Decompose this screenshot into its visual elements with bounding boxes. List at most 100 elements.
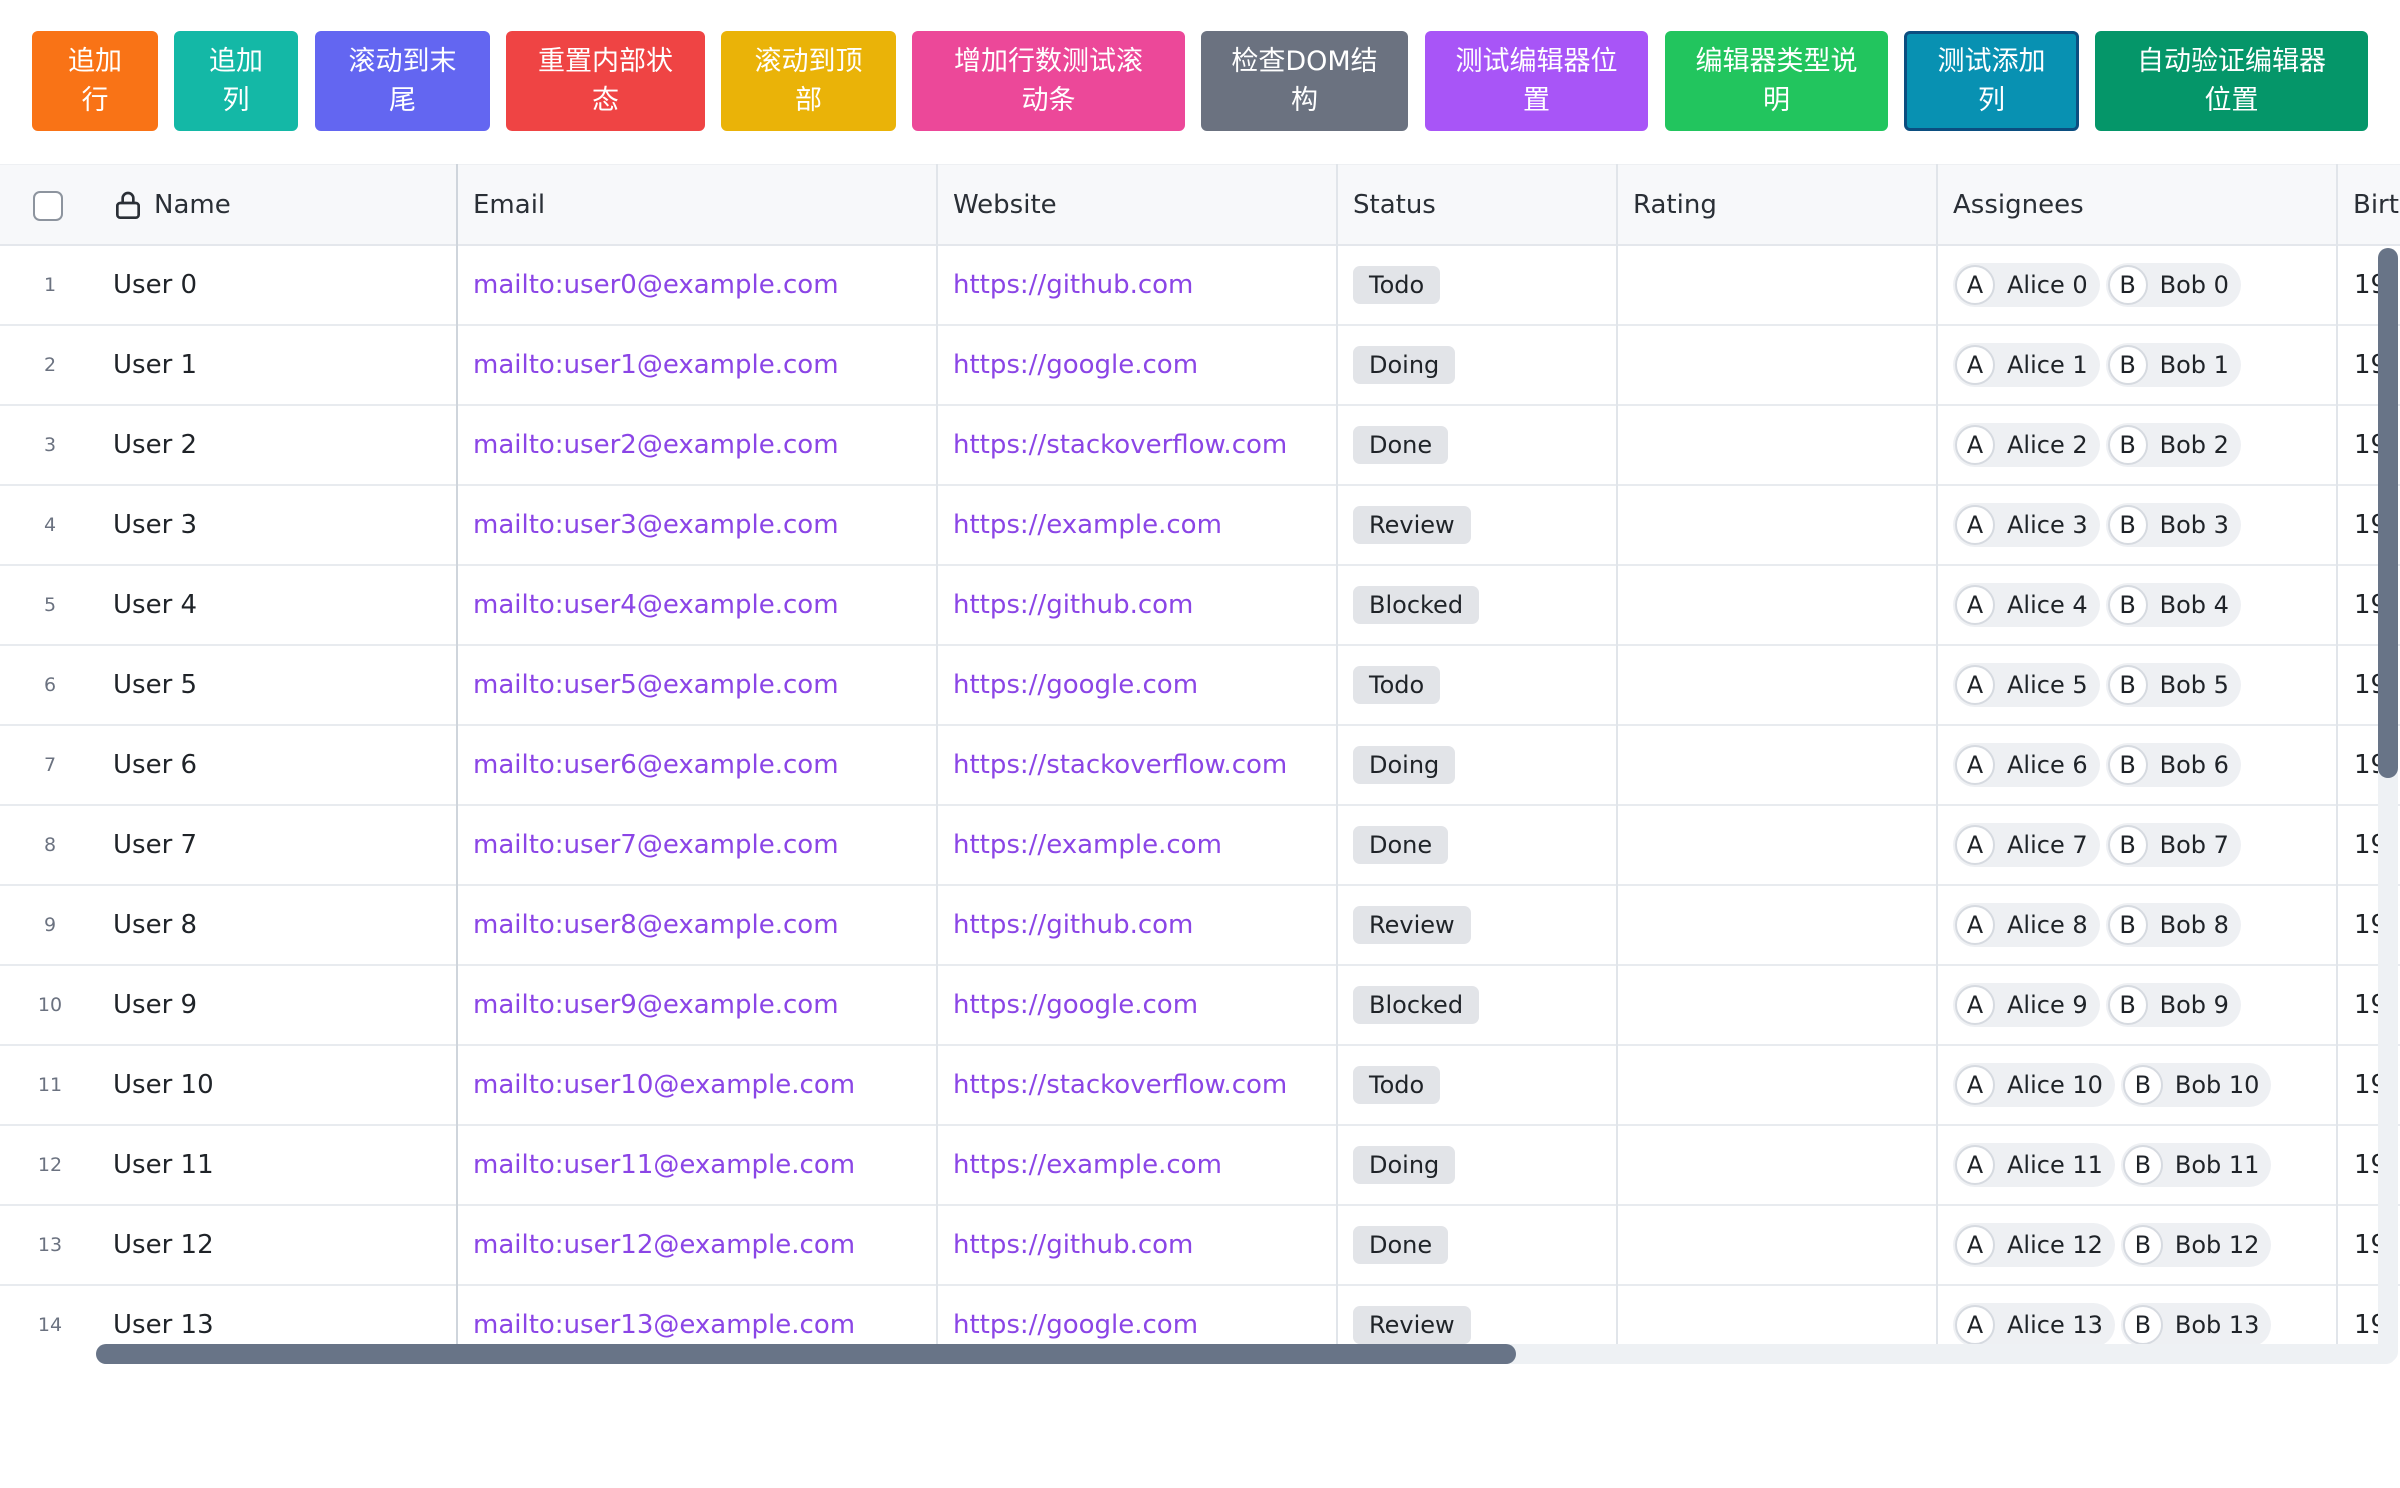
status-cell[interactable]: Blocked bbox=[1353, 566, 1613, 644]
append-column-button[interactable]: 追加列 bbox=[174, 31, 298, 131]
assignees-cell[interactable]: A Alice 8 B Bob 8 bbox=[1953, 886, 2333, 964]
email-cell[interactable]: mailto:user12@example.com bbox=[473, 1206, 933, 1284]
status-cell[interactable]: Doing bbox=[1353, 726, 1613, 804]
column-header-birth[interactable]: Birth bbox=[2353, 165, 2400, 245]
name-cell[interactable]: User 2 bbox=[113, 406, 443, 484]
scroll-to-top-button[interactable]: 滚动到顶部 bbox=[721, 31, 896, 131]
rating-cell[interactable] bbox=[1633, 486, 1933, 564]
name-cell[interactable]: User 10 bbox=[113, 1046, 443, 1124]
table-row[interactable]: 7 User 6 mailto:user6@example.com https://s… bbox=[0, 726, 2400, 806]
name-cell[interactable]: User 7 bbox=[113, 806, 443, 884]
website-cell[interactable]: https://github.com bbox=[953, 886, 1333, 964]
website-cell[interactable]: https://example.com bbox=[953, 1126, 1333, 1204]
column-header-website[interactable]: Website bbox=[953, 165, 1333, 245]
assignees-cell[interactable]: A Alice 10 B Bob 10 bbox=[1953, 1046, 2333, 1124]
website-cell[interactable]: https://github.com bbox=[953, 1206, 1333, 1284]
assignees-cell[interactable]: A Alice 4 B Bob 4 bbox=[1953, 566, 2333, 644]
table-row[interactable]: 5 User 4 mailto:user4@example.com https://g… bbox=[0, 566, 2400, 646]
rating-cell[interactable] bbox=[1633, 246, 1933, 324]
table-row[interactable]: 2 User 1 mailto:user1@example.com https://g… bbox=[0, 326, 2400, 406]
horizontal-scrollbar-thumb[interactable] bbox=[96, 1344, 1516, 1364]
test-add-column-button[interactable]: 测试添加列 bbox=[1904, 31, 2079, 131]
table-row[interactable]: 12 User 11 mailto:user11@example.com https:… bbox=[0, 1126, 2400, 1206]
name-cell[interactable]: User 9 bbox=[113, 966, 443, 1044]
email-cell[interactable]: mailto:user0@example.com bbox=[473, 246, 933, 324]
assignees-cell[interactable]: A Alice 2 B Bob 2 bbox=[1953, 406, 2333, 484]
assignees-cell[interactable]: A Alice 5 B Bob 5 bbox=[1953, 646, 2333, 724]
column-header-rating[interactable]: Rating bbox=[1633, 165, 1933, 245]
email-cell[interactable]: mailto:user8@example.com bbox=[473, 886, 933, 964]
assignees-cell[interactable]: A Alice 3 B Bob 3 bbox=[1953, 486, 2333, 564]
editor-type-info-button[interactable]: 编辑器类型说明 bbox=[1665, 31, 1888, 131]
status-cell[interactable]: Todo bbox=[1353, 646, 1613, 724]
website-cell[interactable]: https://stackoverflow.com bbox=[953, 406, 1333, 484]
status-cell[interactable]: Review bbox=[1353, 886, 1613, 964]
website-cell[interactable]: https://stackoverflow.com bbox=[953, 726, 1333, 804]
auto-verify-editor-position-button[interactable]: 自动验证编辑器 位置 bbox=[2095, 31, 2368, 131]
assignees-cell[interactable]: A Alice 6 B Bob 6 bbox=[1953, 726, 2333, 804]
website-cell[interactable]: https://google.com bbox=[953, 966, 1333, 1044]
rating-cell[interactable] bbox=[1633, 726, 1933, 804]
table-row[interactable]: 1 User 0 mailto:user0@example.com https://g… bbox=[0, 246, 2400, 326]
status-cell[interactable]: Done bbox=[1353, 806, 1613, 884]
table-row[interactable]: 11 User 10 mailto:user10@example.com https:… bbox=[0, 1046, 2400, 1126]
rating-cell[interactable] bbox=[1633, 1206, 1933, 1284]
add-rows-scrollbar-test-button[interactable]: 增加行数测试滚 动条 bbox=[912, 31, 1185, 131]
append-row-button[interactable]: 追加行 bbox=[32, 31, 158, 131]
assignees-cell[interactable]: A Alice 12 B Bob 12 bbox=[1953, 1206, 2333, 1284]
rating-cell[interactable] bbox=[1633, 566, 1933, 644]
status-cell[interactable]: Doing bbox=[1353, 326, 1613, 404]
status-cell[interactable]: Review bbox=[1353, 486, 1613, 564]
assignees-cell[interactable]: A Alice 0 B Bob 0 bbox=[1953, 246, 2333, 324]
column-header-name[interactable]: Name bbox=[112, 165, 452, 245]
vertical-scrollbar-thumb[interactable] bbox=[2378, 248, 2398, 778]
column-header-email[interactable]: Email bbox=[473, 165, 933, 245]
rating-cell[interactable] bbox=[1633, 406, 1933, 484]
name-cell[interactable]: User 8 bbox=[113, 886, 443, 964]
name-cell[interactable]: User 1 bbox=[113, 326, 443, 404]
email-cell[interactable]: mailto:user4@example.com bbox=[473, 566, 933, 644]
assignees-cell[interactable]: A Alice 1 B Bob 1 bbox=[1953, 326, 2333, 404]
column-header-status[interactable]: Status bbox=[1353, 165, 1613, 245]
website-cell[interactable]: https://example.com bbox=[953, 806, 1333, 884]
email-cell[interactable]: mailto:user7@example.com bbox=[473, 806, 933, 884]
website-cell[interactable]: https://google.com bbox=[953, 646, 1333, 724]
table-row[interactable]: 4 User 3 mailto:user3@example.com https://e… bbox=[0, 486, 2400, 566]
name-cell[interactable]: User 12 bbox=[113, 1206, 443, 1284]
table-row[interactable]: 6 User 5 mailto:user5@example.com https://g… bbox=[0, 646, 2400, 726]
email-cell[interactable]: mailto:user3@example.com bbox=[473, 486, 933, 564]
rating-cell[interactable] bbox=[1633, 326, 1933, 404]
website-cell[interactable]: https://stackoverflow.com bbox=[953, 1046, 1333, 1124]
email-cell[interactable]: mailto:user11@example.com bbox=[473, 1126, 933, 1204]
rating-cell[interactable] bbox=[1633, 806, 1933, 884]
email-cell[interactable]: mailto:user6@example.com bbox=[473, 726, 933, 804]
website-cell[interactable]: https://github.com bbox=[953, 246, 1333, 324]
email-cell[interactable]: mailto:user1@example.com bbox=[473, 326, 933, 404]
name-cell[interactable]: User 5 bbox=[113, 646, 443, 724]
scroll-to-end-button[interactable]: 滚动到末尾 bbox=[315, 31, 490, 131]
reset-internal-state-button[interactable]: 重置内部状态 bbox=[506, 31, 705, 131]
table-row[interactable]: 9 User 8 mailto:user8@example.com https://g… bbox=[0, 886, 2400, 966]
select-all-checkbox[interactable] bbox=[33, 191, 63, 221]
test-editor-position-button[interactable]: 测试编辑器位置 bbox=[1425, 31, 1648, 131]
email-cell[interactable]: mailto:user9@example.com bbox=[473, 966, 933, 1044]
status-cell[interactable]: Done bbox=[1353, 406, 1613, 484]
status-cell[interactable]: Blocked bbox=[1353, 966, 1613, 1044]
name-cell[interactable]: User 4 bbox=[113, 566, 443, 644]
assignees-cell[interactable]: A Alice 9 B Bob 9 bbox=[1953, 966, 2333, 1044]
status-cell[interactable]: Todo bbox=[1353, 246, 1613, 324]
name-cell[interactable]: User 11 bbox=[113, 1126, 443, 1204]
table-row[interactable]: 13 User 12 mailto:user12@example.com https:… bbox=[0, 1206, 2400, 1286]
assignees-cell[interactable]: A Alice 11 B Bob 11 bbox=[1953, 1126, 2333, 1204]
table-row[interactable]: 10 User 9 mailto:user9@example.com https://… bbox=[0, 966, 2400, 1046]
name-cell[interactable]: User 0 bbox=[113, 246, 443, 324]
check-dom-structure-button[interactable]: 检查DOM结构 bbox=[1201, 31, 1408, 131]
email-cell[interactable]: mailto:user5@example.com bbox=[473, 646, 933, 724]
status-cell[interactable]: Done bbox=[1353, 1206, 1613, 1284]
table-row[interactable]: 3 User 2 mailto:user2@example.com https://s… bbox=[0, 406, 2400, 486]
name-cell[interactable]: User 6 bbox=[113, 726, 443, 804]
website-cell[interactable]: https://example.com bbox=[953, 486, 1333, 564]
assignees-cell[interactable]: A Alice 7 B Bob 7 bbox=[1953, 806, 2333, 884]
email-cell[interactable]: mailto:user2@example.com bbox=[473, 406, 933, 484]
email-cell[interactable]: mailto:user10@example.com bbox=[473, 1046, 933, 1124]
